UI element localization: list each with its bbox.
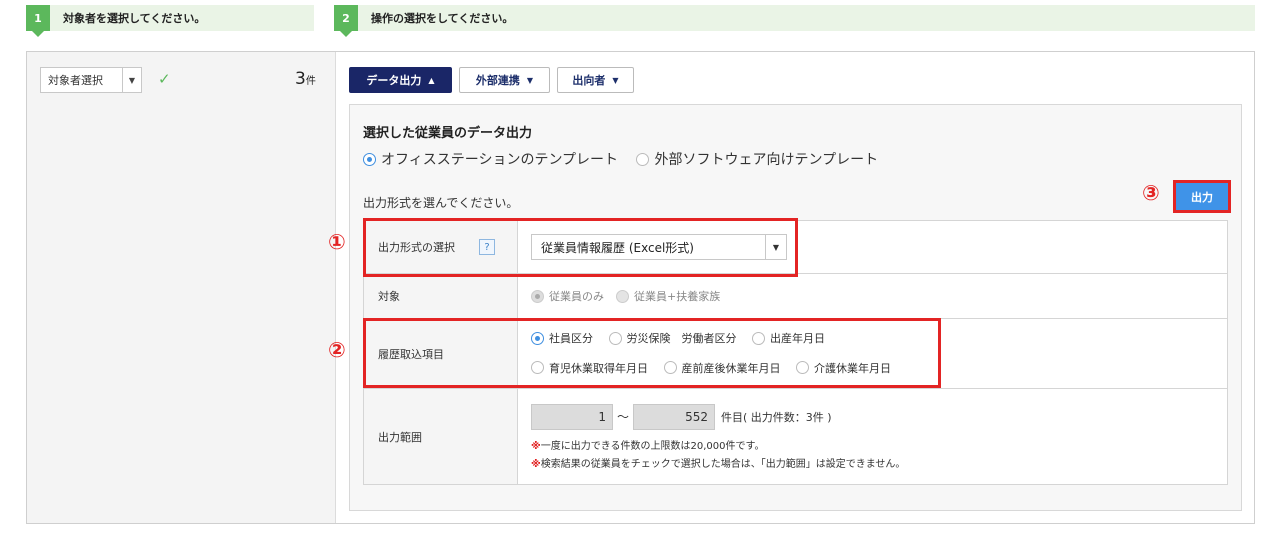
history-option-birth-date[interactable]: 出産年月日 [752,330,825,346]
target-option-employee-label: 従業員のみ [549,290,604,303]
history-option-care-leave[interactable]: 介護休業年月日 [796,360,891,376]
target-select[interactable]: 対象者選択 ▼ [40,67,142,93]
range-note-limit: ※一度に出力できる件数の上限数は20,000件です。 [531,437,765,452]
step-1-bar: 1 対象者を選択してください。 [26,5,314,37]
target-pane: 対象者選択 ▼ ✓ 3件 [27,52,336,523]
target-count: 3件 [295,69,316,89]
history-options: 社員区分 労災保険 労働者区分 出産年月日 育児休業取得年月日 産前産後休業年月… [531,330,903,377]
range-separator: ～ [617,410,630,424]
format-select[interactable]: 従業員情報履歴 (Excel形式) ▼ [531,234,787,260]
history-option-label: 労災保険 労働者区分 [626,332,737,345]
annotation-number-3: ③ [1142,181,1160,205]
annotation-number-1: ① [328,230,346,254]
data-output-panel: 選択した従業員のデータ出力 オフィスステーションのテンプレート 外部ソフトウェア… [349,104,1242,511]
target-select-label: 対象者選択 [48,74,103,87]
template-option-external[interactable]: 外部ソフトウェア向けテンプレート [636,149,878,169]
note-text: 一度に出力できる件数の上限数は20,000件です。 [540,440,765,452]
chevron-down-icon: ▼ [526,75,534,85]
format-select-value: 従業員情報履歴 (Excel形式) [541,240,694,255]
output-settings-table: 出力形式の選択 ? 従業員情報履歴 (Excel形式) ▼ 対象 従業員のみ 従… [363,220,1228,485]
range-to-input[interactable]: 552 [633,403,716,430]
note-mark: ※ [531,458,541,470]
range-inputs: 1 ～ 552 件目( 出力件数：3件 ) [531,403,832,430]
format-cell: 従業員情報履歴 (Excel形式) ▼ [518,221,1227,273]
history-option-label: 育児休業取得年月日 [549,361,648,375]
output-button[interactable]: 出力 [1173,180,1231,213]
target-option-family-label: 従業員+扶養家族 [634,290,721,303]
radio-unchecked-icon [608,331,622,345]
tab-external-link-label: 外部連携 [475,74,520,87]
template-option-office-label: オフィスステーションのテンプレート [381,152,619,168]
note-text: 検索結果の従業員をチェックで選択した場合は、「出力範囲」は設定できません。 [540,458,906,470]
history-option-label: 介護休業年月日 [814,361,891,375]
range-cell: 1 ～ 552 件目( 出力件数：3件 ) ※一度に出力できる件数の上限数は20… [518,389,1227,484]
radio-unchecked-icon [796,361,809,374]
range-info: 件目( 出力件数：3件 ) [721,410,832,424]
step-2-number: 2 [334,5,358,37]
step-1-number: 1 [26,5,50,37]
help-icon[interactable]: ? [479,239,495,255]
tab-external-link[interactable]: 外部連携 ▼ [459,67,550,93]
history-cell: 社員区分 労災保険 労働者区分 出産年月日 育児休業取得年月日 産前産後休業年月… [518,319,1227,388]
radio-checked-icon [531,289,544,303]
history-options-line-2: 育児休業取得年月日 産前産後休業年月日 介護休業年月日 [531,360,903,378]
target-count-unit: 件 [305,76,316,87]
history-row-label: 履歴取込項目 [364,319,518,388]
history-option-childcare-leave[interactable]: 育児休業取得年月日 [531,360,648,376]
tab-seconded-label: 出向者 [572,74,606,87]
radio-unchecked-icon [531,361,544,374]
range-row: 出力範囲 1 ～ 552 件目( 出力件数：3件 ) ※一度に出力できる件数の上… [364,389,1227,484]
tab-data-output[interactable]: データ出力 ▲ [349,67,452,93]
history-row: 履歴取込項目 社員区分 労災保険 労働者区分 出産年月日 育児休業取得年月日 産… [364,319,1227,389]
annotation-number-2: ② [328,338,346,362]
history-option-employee-class[interactable]: 社員区分 [531,330,593,346]
template-option-office[interactable]: オフィスステーションのテンプレート [363,149,618,169]
chevron-down-icon: ▼ [612,75,619,85]
radio-checked-icon [531,331,544,345]
format-row: 出力形式の選択 ? 従業員情報履歴 (Excel形式) ▼ [364,221,1227,274]
history-options-line-1: 社員区分 労災保険 労働者区分 出産年月日 [531,330,903,348]
history-option-maternity-leave[interactable]: 産前産後休業年月日 [663,360,781,376]
range-from-input[interactable]: 1 [531,403,613,430]
caret-up-icon: ▲ [428,75,435,85]
radio-unchecked-icon [752,331,765,345]
tab-data-output-label: データ出力 [366,74,422,87]
target-count-value: 3 [295,69,306,89]
target-row: 対象 従業員のみ 従業員+扶養家族 [364,274,1227,319]
panel-title: 選択した従業員のデータ出力 [363,126,533,141]
instruction-text: 出力形式を選んでください。 [363,196,519,210]
radio-unchecked-icon [663,361,677,374]
chevron-down-icon: ▼ [765,235,786,259]
main-frame: 対象者選択 ▼ ✓ 3件 データ出力 ▲ 外部連携 ▼ 出向者 ▼ 選択した従業… [26,51,1255,524]
format-row-label: 出力形式の選択 ? [364,221,518,273]
chevron-down-icon: ▼ [122,68,141,92]
format-label-text: 出力形式の選択 [378,241,455,254]
template-option-external-label: 外部ソフトウェア向けテンプレート [654,152,879,168]
radio-unchecked-icon [616,289,629,303]
range-row-label: 出力範囲 [364,389,518,484]
history-option-worker-class[interactable]: 労災保険 労働者区分 [608,330,737,346]
radio-unchecked-icon [636,152,650,166]
template-radio-group: オフィスステーションのテンプレート 外部ソフトウェア向けテンプレート [363,149,892,170]
target-row-label: 対象 [364,274,518,318]
target-option-employee[interactable]: 従業員のみ [531,288,604,304]
step-1-label: 対象者を選択してください。 [63,12,206,25]
check-icon: ✓ [158,70,171,88]
step-2-label: 操作の選択をしてください。 [371,12,514,25]
note-mark: ※ [531,440,541,452]
radio-checked-icon [363,152,376,166]
target-cell: 従業員のみ 従業員+扶養家族 [518,274,1227,318]
history-option-label: 社員区分 [549,332,593,345]
range-note-checked: ※検索結果の従業員をチェックで選択した場合は、「出力範囲」は設定できません。 [531,455,905,470]
history-option-label: 産前産後休業年月日 [681,361,781,375]
step-2-bar: 2 操作の選択をしてください。 [334,5,1255,37]
target-option-family[interactable]: 従業員+扶養家族 [616,288,720,304]
history-option-label: 出産年月日 [770,332,825,345]
tab-seconded[interactable]: 出向者 ▼ [557,67,634,93]
